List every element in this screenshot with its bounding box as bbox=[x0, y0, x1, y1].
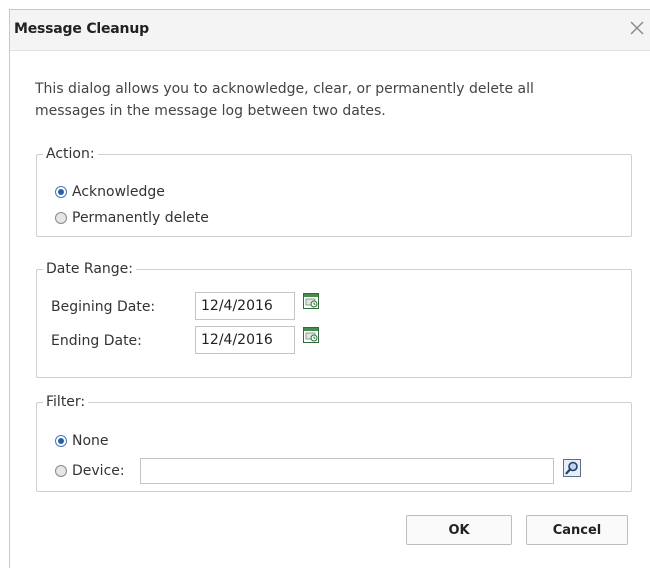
dialog-description: This dialog allows you to acknowledge, c… bbox=[35, 81, 534, 119]
close-icon[interactable] bbox=[624, 15, 650, 41]
ok-button[interactable]: OK bbox=[406, 515, 512, 545]
radio-button[interactable] bbox=[55, 212, 67, 224]
dialog-title: Message Cleanup bbox=[14, 21, 149, 37]
calendar-icon[interactable] bbox=[303, 327, 319, 343]
beginning-date-label: Begining Date: bbox=[51, 299, 156, 315]
filter-group: Filter: None Device: bbox=[36, 394, 632, 492]
action-group: Action: Acknowledge Permanently delete bbox=[36, 146, 632, 237]
radio-button-checked[interactable] bbox=[55, 186, 67, 198]
radio-acknowledge[interactable]: Acknowledge bbox=[55, 182, 165, 202]
ending-date-input[interactable] bbox=[195, 326, 295, 354]
date-range-group: Date Range: Begining Date: Ending Date: bbox=[36, 261, 632, 378]
radio-none[interactable]: None bbox=[55, 431, 109, 451]
message-cleanup-dialog: Message Cleanup This dialog allows you t… bbox=[9, 9, 650, 568]
permanently-delete-label: Permanently delete bbox=[72, 210, 209, 226]
radio-device[interactable]: Device: bbox=[55, 461, 125, 481]
device-input[interactable] bbox=[140, 458, 554, 484]
radio-button-checked[interactable] bbox=[55, 435, 67, 447]
radio-button[interactable] bbox=[55, 465, 67, 477]
calendar-icon[interactable] bbox=[303, 293, 319, 309]
device-label: Device: bbox=[72, 463, 125, 479]
cancel-button[interactable]: Cancel bbox=[526, 515, 628, 545]
acknowledge-label: Acknowledge bbox=[72, 184, 165, 200]
beginning-date-input[interactable] bbox=[195, 292, 295, 320]
title-bar: Message Cleanup bbox=[10, 10, 650, 51]
date-range-legend: Date Range: bbox=[46, 261, 134, 277]
action-legend: Action: bbox=[46, 146, 95, 162]
magnifier-icon[interactable] bbox=[563, 459, 581, 477]
none-label: None bbox=[72, 433, 109, 449]
filter-legend: Filter: bbox=[46, 394, 86, 410]
radio-permanently-delete[interactable]: Permanently delete bbox=[55, 208, 209, 228]
ending-date-label: Ending Date: bbox=[51, 333, 142, 349]
